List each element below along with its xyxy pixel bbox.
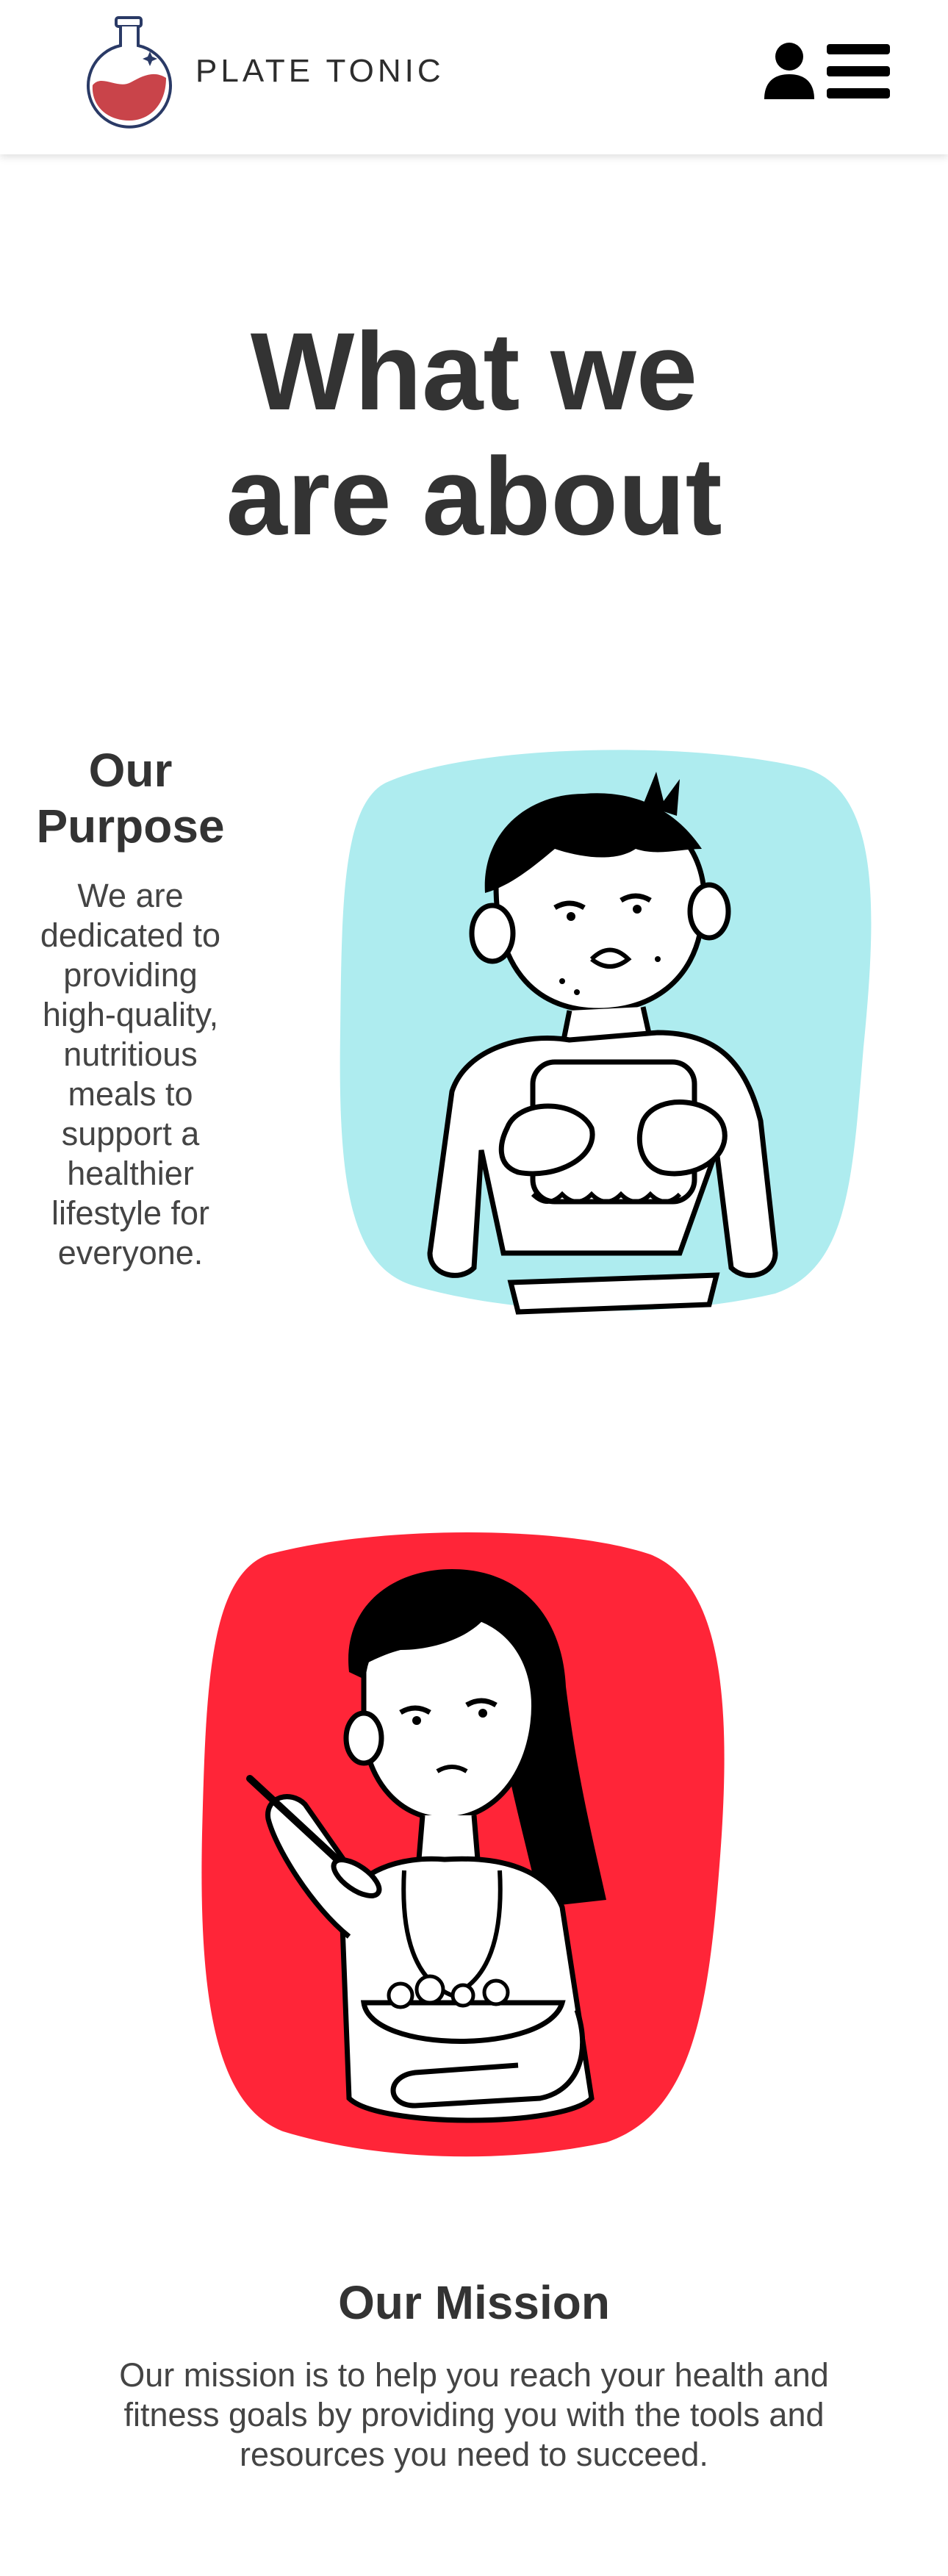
boy-eating-sandwich-illustration [340, 750, 872, 1315]
mission-heading: Our Mission [338, 2276, 610, 2329]
hamburger-menu-icon[interactable] [827, 44, 890, 98]
flask-logo-icon [87, 16, 172, 129]
page-title: What we are about [0, 309, 948, 559]
brand-logo-link[interactable]: PLATE TONIC [82, 13, 445, 129]
page-title-line-1: What we [250, 309, 698, 433]
mission-description: Our mission is to help you reach your he… [119, 2356, 829, 2473]
page-title-line-2: are about [226, 434, 722, 558]
purpose-description: We are dedicated to providing high-quali… [40, 877, 221, 1271]
girl-eating-salad-illustration [201, 1532, 725, 2157]
brand-name: PLATE TONIC [195, 53, 445, 89]
user-icon[interactable] [761, 40, 817, 99]
site-header: PLATE TONIC [0, 0, 948, 154]
purpose-heading: Our Purpose [36, 744, 225, 853]
